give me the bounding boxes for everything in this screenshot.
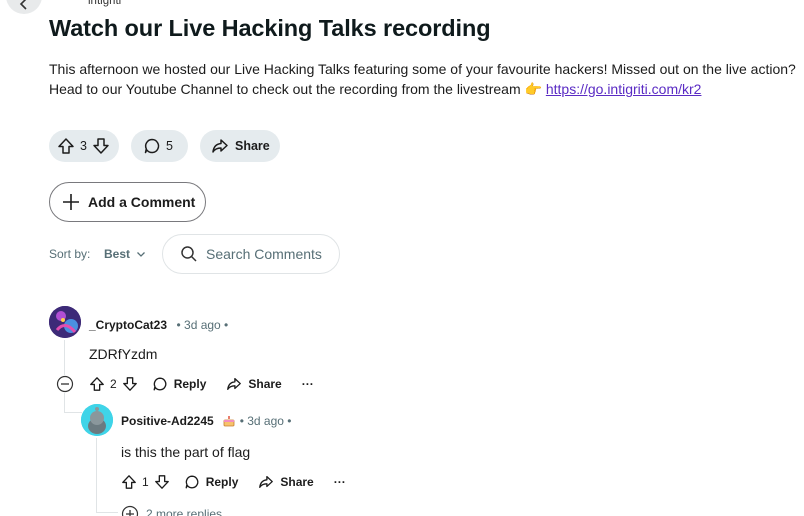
- comment-time: • 3d ago •: [239, 414, 292, 428]
- comment-vote-count: 2: [110, 377, 117, 391]
- share-label: Share: [248, 377, 282, 391]
- share-button[interactable]: Share: [258, 474, 314, 490]
- comment-username[interactable]: Positive-Ad2245: [121, 414, 214, 428]
- post-body-line: This afternoon we hosted our Live Hackin…: [49, 61, 796, 77]
- add-comment-label: Add a Comment: [88, 194, 196, 210]
- share-label: Share: [280, 475, 314, 489]
- search-comments[interactable]: [162, 234, 340, 274]
- add-comment-button[interactable]: Add a Comment: [49, 182, 206, 222]
- search-input[interactable]: [206, 246, 336, 262]
- plus-circle-icon[interactable]: [121, 505, 139, 516]
- share-icon: [212, 139, 228, 153]
- share-button[interactable]: Share: [226, 376, 282, 392]
- search-icon: [181, 246, 197, 262]
- reply-button[interactable]: Reply: [184, 474, 239, 490]
- reply-button[interactable]: Reply: [152, 376, 207, 392]
- comment-time: • 3d ago •: [176, 318, 229, 332]
- comment-text: is this the part of flag: [121, 444, 251, 460]
- comment-vote-count: 1: [142, 475, 149, 489]
- comment-icon: [153, 377, 167, 391]
- reply-label: Reply: [173, 377, 207, 391]
- post-title: Watch our Live Hacking Talks recording: [49, 15, 491, 41]
- sort-value: Best: [104, 247, 131, 261]
- back-button[interactable]: [6, 0, 42, 14]
- sort-dropdown[interactable]: Best: [104, 247, 146, 261]
- chevron-down-icon: [137, 252, 145, 257]
- share-icon: [227, 378, 242, 390]
- comment-header: Positive-Ad2245 • 3d ago •: [121, 414, 292, 428]
- comment-actions: 1 Reply Share ···: [121, 474, 346, 490]
- collapse-thread-icon[interactable]: [56, 375, 74, 393]
- comment-text: ZDRfYzdm: [89, 346, 158, 362]
- sort-label: Sort by:: [49, 247, 91, 261]
- thread-line: [64, 340, 65, 375]
- share-button[interactable]: Share: [200, 130, 280, 162]
- more-replies-link[interactable]: 2 more replies: [146, 507, 222, 516]
- more-options-button[interactable]: ···: [302, 377, 314, 391]
- thread-line: [64, 412, 82, 413]
- post-vote-count: 3: [80, 139, 87, 153]
- downvote-icon[interactable]: [122, 376, 138, 392]
- share-label: Share: [235, 139, 270, 153]
- comment-actions: 2 Reply Share ···: [89, 376, 314, 392]
- downvote-icon[interactable]: [92, 137, 110, 155]
- upvote-icon[interactable]: [57, 137, 75, 155]
- post-link[interactable]: https://go.intigriti.com/kr2: [546, 81, 702, 97]
- avatar[interactable]: [49, 306, 81, 338]
- comment-icon: [185, 475, 199, 489]
- plus-icon: [63, 194, 79, 210]
- upvote-icon[interactable]: [89, 376, 105, 392]
- cake-icon: [223, 416, 235, 427]
- more-options-button[interactable]: ···: [334, 475, 346, 489]
- post-author[interactable]: intigriti: [88, 0, 121, 7]
- downvote-icon[interactable]: [154, 474, 170, 490]
- comment-header: _CryptoCat23 • 3d ago •: [89, 316, 228, 334]
- upvote-icon[interactable]: [121, 474, 137, 490]
- comments-button[interactable]: 5: [131, 130, 188, 162]
- comment-username[interactable]: _CryptoCat23: [89, 318, 167, 332]
- thread-line: [96, 512, 118, 513]
- thread-line: [64, 393, 65, 413]
- comment-icon: [144, 138, 160, 154]
- post-vote-bar: 3: [49, 130, 119, 162]
- arrow-left-icon: [19, 0, 27, 10]
- comment-count: 5: [166, 139, 173, 153]
- avatar[interactable]: [81, 404, 113, 436]
- post-body: This afternoon we hosted our Live Hackin…: [49, 59, 801, 99]
- share-icon: [259, 476, 274, 488]
- post-body-line: Head to our Youtube Channel to check out…: [49, 81, 546, 97]
- reply-label: Reply: [205, 475, 239, 489]
- thread-line: [96, 438, 97, 513]
